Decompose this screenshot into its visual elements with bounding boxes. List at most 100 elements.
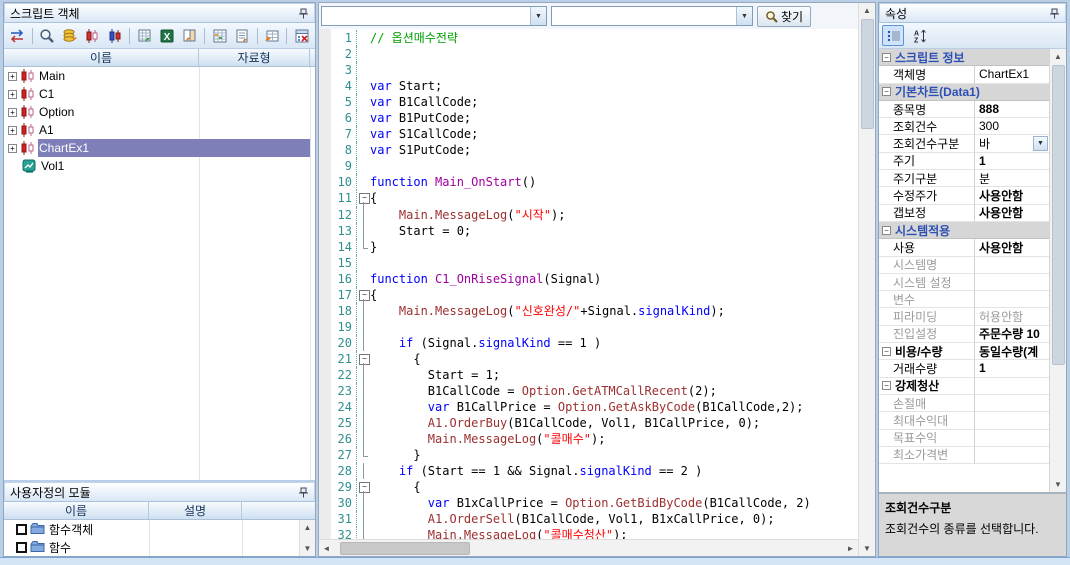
vscroll-thumb[interactable] — [1052, 65, 1065, 365]
property-row[interactable]: 손절매 — [879, 395, 1049, 412]
find-button[interactable]: 찾기 — [757, 6, 811, 27]
tree-item-vol1[interactable]: Vol1 — [4, 157, 315, 175]
formula-clear-icon[interactable] — [291, 26, 312, 46]
property-row[interactable]: 주기1 — [879, 153, 1049, 170]
fold-marker[interactable] — [357, 287, 370, 303]
scroll-up-icon[interactable]: ▲ — [1051, 49, 1066, 64]
property-row[interactable]: −비용/수량동일수량(계 — [879, 343, 1049, 360]
property-row[interactable]: 주기구분분 — [879, 170, 1049, 187]
scroll-down-icon[interactable]: ▼ — [300, 541, 315, 556]
property-value[interactable]: 바 — [979, 135, 990, 151]
chevron-down-icon[interactable]: ▼ — [530, 7, 546, 25]
chevron-down-icon[interactable]: ▼ — [736, 7, 752, 25]
property-row[interactable]: 피라미딩허용안함 — [879, 308, 1049, 325]
candlestick-blue-icon[interactable] — [105, 26, 126, 46]
property-row[interactable]: 최소가격변 — [879, 447, 1049, 464]
property-row[interactable]: 최대수익대 — [879, 412, 1049, 429]
collapse-icon[interactable]: − — [882, 53, 891, 62]
property-value[interactable]: 사용안함 — [979, 205, 1023, 221]
property-row[interactable]: 시스템명 — [879, 257, 1049, 274]
expand-icon[interactable]: + — [8, 126, 17, 135]
property-section[interactable]: −기본차트(Data1) — [879, 84, 1049, 101]
tree-item-c1[interactable]: +C1 — [4, 85, 315, 103]
property-row[interactable]: 거래수량1 — [879, 360, 1049, 377]
property-value[interactable]: 300 — [979, 119, 999, 133]
property-row[interactable]: −강제청산 — [879, 378, 1049, 395]
property-row[interactable]: 갭보정사용안함 — [879, 205, 1049, 222]
property-row[interactable]: 진입설정주문수량 10 — [879, 326, 1049, 343]
property-value[interactable]: 1 — [979, 154, 986, 168]
property-row[interactable]: 객체명ChartEx1 — [879, 66, 1049, 83]
collapse-icon[interactable]: − — [882, 347, 891, 356]
property-row[interactable]: 조회건수300 — [879, 118, 1049, 135]
column-header-desc[interactable]: 설명 — [149, 502, 242, 519]
module-item-함수[interactable]: 함수 — [4, 538, 315, 556]
vscroll-thumb[interactable] — [861, 19, 874, 129]
hscroll-thumb[interactable] — [340, 542, 470, 555]
editor-vscrollbar[interactable]: ▲ ▼ — [858, 3, 875, 556]
column-header-name[interactable]: 이름 — [4, 49, 199, 66]
alphabetic-sort-icon[interactable]: AZ — [908, 25, 930, 46]
scroll-down-icon[interactable]: ▼ — [1051, 477, 1066, 492]
expand-icon[interactable]: + — [8, 72, 17, 81]
event-selector-combo[interactable]: ▼ — [551, 6, 753, 26]
property-value[interactable]: 사용안함 — [979, 239, 1023, 255]
property-value[interactable]: 주문수량 10 — [979, 326, 1040, 342]
collapse-icon[interactable]: − — [882, 381, 891, 390]
expand-icon[interactable]: + — [8, 108, 17, 117]
schedule-table-icon[interactable] — [209, 26, 230, 46]
column-header-name[interactable]: 이름 — [4, 502, 149, 519]
table-add-green-icon[interactable] — [134, 26, 155, 46]
property-row[interactable]: 종목명888 — [879, 101, 1049, 118]
table-column-icon[interactable] — [180, 26, 201, 46]
scroll-up-icon[interactable]: ▲ — [860, 3, 875, 18]
module-item-함수객체[interactable]: 함수객체 — [4, 520, 315, 538]
property-row[interactable]: 조회건수구분바▼ — [879, 135, 1049, 152]
tree-item-a1[interactable]: +A1 — [4, 121, 315, 139]
fold-marker[interactable] — [357, 190, 370, 206]
property-section[interactable]: −시스템적용 — [879, 222, 1049, 239]
fold-marker[interactable] — [357, 351, 370, 367]
data-coins-icon[interactable] — [59, 26, 80, 46]
candlestick-red-icon[interactable] — [82, 26, 103, 46]
table-import-icon[interactable] — [262, 26, 283, 46]
property-row[interactable]: 변수 — [879, 291, 1049, 308]
tree-item-option[interactable]: +Option — [4, 103, 315, 121]
property-value[interactable]: ChartEx1 — [979, 67, 1029, 81]
pin-icon[interactable] — [1049, 8, 1060, 19]
pin-icon[interactable] — [298, 487, 309, 498]
fold-marker[interactable] — [357, 479, 370, 495]
module-checkbox[interactable] — [16, 542, 27, 553]
property-value[interactable]: 분 — [979, 170, 990, 186]
search-icon[interactable] — [37, 26, 58, 46]
scroll-left-icon[interactable]: ◄ — [319, 541, 334, 556]
scroll-up-icon[interactable]: ▲ — [300, 520, 315, 535]
categorized-view-icon[interactable] — [882, 25, 904, 46]
report-list-icon[interactable] — [232, 26, 253, 46]
tree-item-main[interactable]: +Main — [4, 67, 315, 85]
property-row[interactable]: 수정주가사용안함 — [879, 187, 1049, 204]
property-row[interactable]: 시스템 설정 — [879, 274, 1049, 291]
property-value[interactable]: 허용안함 — [979, 308, 1023, 324]
property-value[interactable]: 1 — [979, 361, 986, 375]
tree-item-chartex1[interactable]: +ChartEx1 — [4, 139, 315, 157]
property-row[interactable]: 사용사용안함 — [879, 239, 1049, 256]
scroll-right-icon[interactable]: ► — [843, 541, 858, 556]
property-row[interactable]: 목표수익 — [879, 430, 1049, 447]
code-editing-area[interactable]: 1// 옵션매수전략234var Start;5var B1CallCode;6… — [319, 29, 858, 539]
editor-hscrollbar[interactable]: ◄ ► — [319, 539, 858, 556]
scroll-down-icon[interactable]: ▼ — [860, 541, 875, 556]
collapse-icon[interactable]: − — [882, 226, 891, 235]
module-checkbox[interactable] — [16, 524, 27, 535]
modules-scrollbar[interactable]: ▲ ▼ — [299, 520, 315, 556]
excel-export-icon[interactable]: X — [157, 26, 178, 46]
collapse-icon[interactable]: − — [882, 87, 891, 96]
property-value[interactable]: 888 — [979, 102, 999, 116]
object-selector-combo[interactable]: ▼ — [321, 6, 547, 26]
swap-columns-icon[interactable] — [7, 26, 28, 46]
column-header-datatype[interactable]: 자료형 — [199, 49, 310, 66]
property-section[interactable]: −스크립트 정보 — [879, 49, 1049, 66]
chevron-down-icon[interactable]: ▼ — [1033, 136, 1048, 151]
expand-icon[interactable]: + — [8, 144, 17, 153]
property-value[interactable]: 사용안함 — [979, 187, 1023, 203]
